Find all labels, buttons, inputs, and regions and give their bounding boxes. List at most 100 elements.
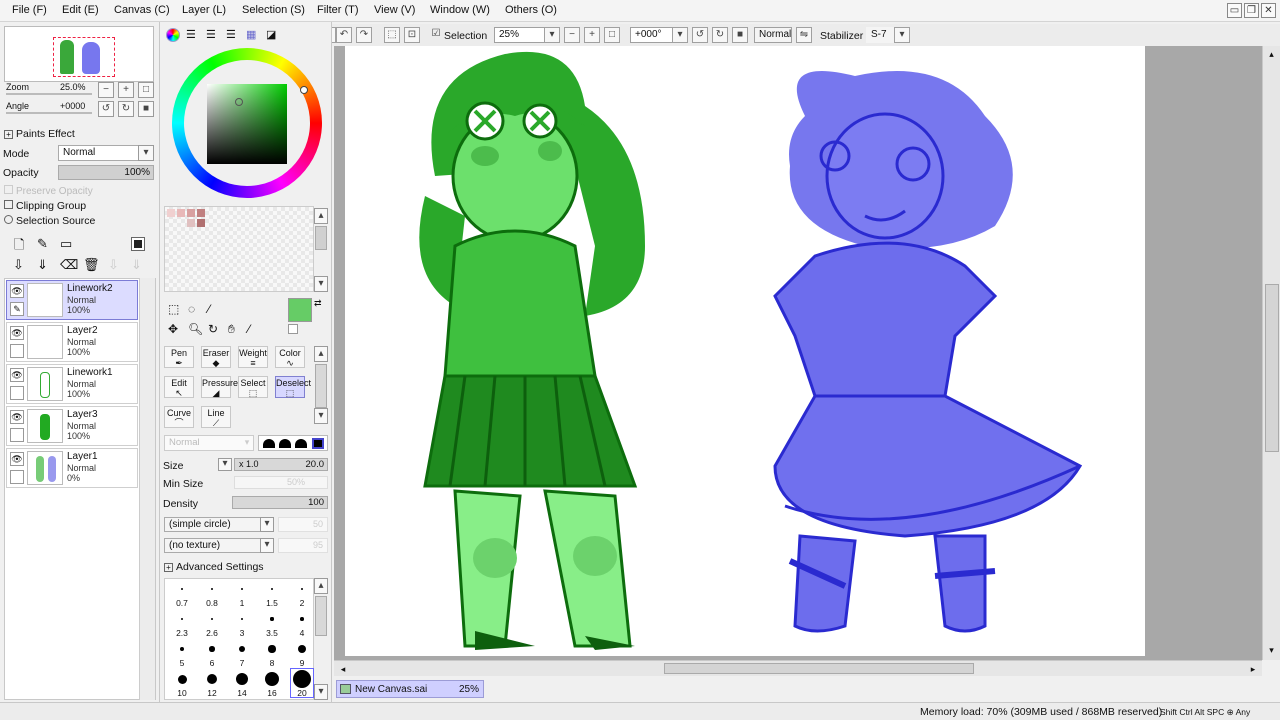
horizontal-scrollbar[interactable]: ◂ ▸ [334, 660, 1262, 676]
nav-zoom-in-icon[interactable]: + [118, 82, 134, 98]
brush-size-dot[interactable] [297, 644, 307, 654]
scroll-right-icon[interactable]: ▸ [1246, 662, 1260, 676]
brush-size-dot[interactable] [300, 617, 304, 621]
zoom-out-icon[interactable]: − [564, 27, 580, 43]
angle-slider[interactable] [6, 112, 92, 114]
nav-zoom-out-icon[interactable]: − [98, 82, 114, 98]
menu-file[interactable]: File (F) [12, 4, 47, 16]
rotate-left-icon[interactable]: ↺ [692, 27, 708, 43]
brush-pen[interactable]: Pen ✒ [164, 346, 194, 368]
brush-shape-select[interactable]: (simple circle) [164, 517, 274, 532]
opacity-slider[interactable]: 100% [58, 165, 154, 180]
brush-weight[interactable]: Weight ≡ [238, 346, 268, 368]
scratchpad-icon[interactable]: ◪ [266, 28, 276, 41]
magic-wand-icon[interactable]: ⁄ [208, 302, 210, 316]
merge-down-icon[interactable]: ⇓ [37, 257, 48, 273]
stabilizer-value[interactable]: S-7 [866, 27, 896, 43]
nav-rotate-right-icon[interactable]: ↻ [118, 101, 134, 117]
brush-size-dot[interactable] [241, 588, 243, 590]
brush-size-dot[interactable] [235, 672, 249, 686]
brush-size-dot[interactable] [211, 588, 213, 590]
brush-mode-dropdown-icon[interactable]: ▾ [240, 435, 254, 451]
paints-effect-header[interactable]: + Paints Effect [4, 128, 75, 140]
advanced-settings-toggle[interactable]: + Advanced Settings [164, 561, 264, 573]
layer-lock-box[interactable] [10, 344, 24, 358]
scroll-down-icon[interactable]: ▾ [1263, 642, 1280, 658]
color-picker-cursor[interactable] [235, 98, 243, 106]
min-size-slider[interactable]: 50% [234, 476, 328, 489]
swatch-palette[interactable] [164, 206, 314, 292]
selection-source[interactable]: Selection Source [4, 215, 95, 227]
swatch[interactable] [197, 209, 205, 217]
scroll-left-icon[interactable]: ◂ [336, 662, 350, 676]
vertical-scrollbar[interactable]: ▴ ▾ [1262, 46, 1280, 660]
restore-icon[interactable]: ❐ [1244, 3, 1259, 18]
brush-scroll-up-icon[interactable]: ▴ [314, 346, 328, 362]
deselect-icon[interactable]: ⬚ [384, 27, 400, 43]
brush-size-dot[interactable] [177, 674, 187, 684]
hue-cursor[interactable] [300, 86, 308, 94]
flip-icon[interactable]: ⇋ [796, 27, 812, 43]
rotate-right-icon[interactable]: ↻ [712, 27, 728, 43]
rotate-reset-icon[interactable]: ■ [732, 27, 748, 43]
brush-size-dot[interactable] [268, 645, 276, 653]
size-slider[interactable]: x 1.0 20.0 [234, 458, 328, 471]
eyedropper-icon[interactable]: ⁄ [248, 322, 250, 336]
brush-texture-strength[interactable]: 95 [278, 538, 328, 553]
brush-scroll-down-icon[interactable]: ▾ [314, 408, 328, 424]
menu-selection[interactable]: Selection (S) [242, 4, 305, 16]
brush-size-dot[interactable] [238, 645, 246, 653]
brush-eraser[interactable]: Eraser ◆ [201, 346, 231, 368]
menu-edit[interactable]: Edit (E) [62, 4, 99, 16]
size-grid-scroll-down-icon[interactable]: ▾ [314, 684, 328, 700]
layer-row[interactable]: 👁 Layer2 Normal 100% [6, 322, 138, 362]
color-wheel-mode-icon[interactable] [166, 28, 180, 42]
menu-filter[interactable]: Filter (T) [317, 4, 359, 16]
stabilizer-dropdown-icon[interactable]: ▾ [894, 27, 910, 43]
swatch[interactable] [187, 209, 195, 217]
layer-row[interactable]: 👁 ✎ Linework2 Normal 100% [6, 280, 138, 320]
swatch-scrollbar-thumb[interactable] [315, 226, 327, 250]
close-icon[interactable]: ✕ [1261, 3, 1276, 18]
zoom-dropdown-icon[interactable]: ▾ [544, 27, 560, 43]
navigator-preview[interactable] [4, 26, 154, 82]
brush-edit[interactable]: Edit ↖ [164, 376, 194, 398]
menu-view[interactable]: View (V) [374, 4, 415, 16]
swatch-scroll-down-icon[interactable]: ▾ [314, 276, 328, 292]
move-tool-icon[interactable]: ✥ [168, 322, 178, 336]
zoom-reset-icon[interactable]: □ [604, 27, 620, 43]
brush-size-dot[interactable] [206, 673, 218, 685]
zoom-in-icon[interactable]: + [584, 27, 600, 43]
layer-row[interactable]: 👁 Layer1 Normal 0% [6, 448, 138, 488]
swap-colors-icon[interactable]: ⇄ [314, 298, 322, 309]
nav-zoom-reset-icon[interactable]: □ [138, 82, 154, 98]
swatch-scroll-up-icon[interactable]: ▴ [314, 208, 328, 224]
edge-hard-icon[interactable] [263, 439, 275, 448]
brush-size-dot[interactable] [301, 588, 303, 590]
eye-icon[interactable]: 👁 [10, 452, 24, 466]
invert-selection-icon[interactable]: ⊡ [404, 27, 420, 43]
nav-rotate-left-icon[interactable]: ↺ [98, 101, 114, 117]
rotate-tool-icon[interactable]: ↻ [208, 322, 218, 336]
selection-checkbox-icon[interactable]: ☑ [428, 27, 444, 43]
horizontal-scroll-thumb[interactable] [664, 663, 974, 674]
layer-lock-box[interactable] [10, 470, 24, 484]
vertical-scroll-thumb[interactable] [1265, 284, 1279, 452]
eye-icon[interactable]: 👁 [10, 284, 24, 298]
minimize-icon[interactable]: ▭ [1227, 3, 1242, 18]
delete-layer-icon[interactable]: 🗑 [83, 257, 100, 273]
layer-list-scrollbar[interactable] [139, 278, 155, 700]
density-slider[interactable]: 100 [232, 496, 328, 509]
swatch[interactable] [167, 209, 175, 217]
brush-size-dot[interactable] [240, 617, 244, 621]
size-multiplier-dropdown-icon[interactable]: ▾ [218, 458, 232, 471]
drawing-canvas[interactable] [345, 46, 1145, 656]
saturation-value-square[interactable] [207, 84, 287, 164]
swatch[interactable] [177, 209, 185, 217]
brush-deselect[interactable]: Deselect ⬚ [275, 376, 311, 398]
layer-mode-dropdown-icon[interactable]: ▾ [138, 145, 154, 161]
brush-size-dot[interactable] [264, 671, 280, 687]
brush-size-dot[interactable] [179, 646, 185, 652]
menu-canvas[interactable]: Canvas (C) [114, 4, 170, 16]
edge-medium-icon[interactable] [279, 439, 291, 448]
